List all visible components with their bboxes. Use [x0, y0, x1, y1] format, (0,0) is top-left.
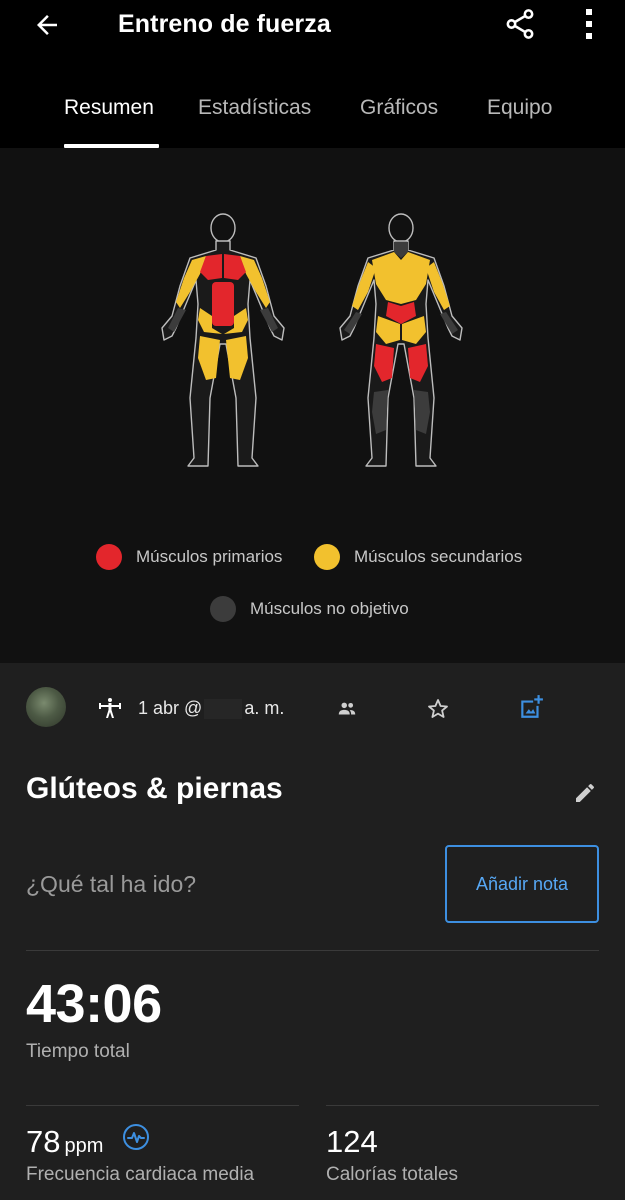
secondary-muscle-dot [314, 544, 340, 570]
avg-heart-rate: 78 ppm [26, 1124, 103, 1160]
redacted-time [204, 699, 243, 720]
legend-secondary-label: Músculos secundarios [354, 547, 523, 566]
more-vert-icon [586, 9, 592, 39]
add-photo-icon[interactable] [518, 694, 544, 720]
star-outline-icon[interactable] [426, 697, 450, 721]
legend-non-target-label: Músculos no objetivo [250, 599, 409, 618]
tab-graficos[interactable]: Gráficos [360, 96, 438, 120]
total-time-value: 43:06 [26, 974, 162, 1034]
legend-primary-label: Músculos primarios [136, 547, 283, 566]
primary-muscle-dot [96, 544, 122, 570]
share-icon [506, 9, 534, 39]
heart-rate-info-icon[interactable] [122, 1123, 150, 1151]
tab-bar: Resumen Estadísticas Gráficos Equipo [0, 92, 625, 148]
screen-title: Entreno de fuerza [118, 10, 331, 38]
activity-meta-row: 1 abr @ a. m. [0, 663, 625, 755]
avg-heart-rate-value: 78 [26, 1124, 61, 1159]
tab-resumen[interactable]: Resumen [64, 96, 154, 120]
non-target-muscle-dot [210, 596, 236, 622]
add-note-button[interactable]: Añadir nota [445, 845, 599, 923]
date-suffix: a. m. [244, 698, 285, 718]
arrow-left-icon [37, 15, 57, 35]
legend-secondary: Músculos secundarios [314, 544, 522, 570]
stat-divider-left [26, 1105, 299, 1106]
activity-date: 1 abr @ a. m. [138, 698, 285, 720]
tab-equipo[interactable]: Equipo [487, 96, 552, 120]
note-prompt: ¿Qué tal ha ido? [26, 871, 197, 897]
front-body-figure [161, 213, 285, 467]
workout-title: Glúteos & piernas [26, 772, 283, 805]
date-prefix: 1 abr @ [138, 698, 203, 718]
people-icon[interactable] [336, 698, 358, 720]
avg-heart-rate-unit: ppm [64, 1135, 104, 1157]
total-calories-label: Calorías totales [326, 1164, 459, 1185]
back-body-figure [339, 213, 463, 467]
muscle-map-panel: Músculos primarios Músculos secundarios … [0, 148, 625, 663]
stat-divider-right [326, 1105, 599, 1106]
strength-training-icon [99, 698, 121, 718]
edit-title-button[interactable] [568, 776, 602, 810]
avatar[interactable] [26, 687, 66, 727]
avg-heart-rate-label: Frecuencia cardiaca media [26, 1164, 255, 1185]
tab-estadisticas[interactable]: Estadísticas [198, 96, 311, 120]
section-divider [26, 950, 599, 951]
legend-non-target: Músculos no objetivo [210, 596, 409, 622]
muscle-body-diagram [161, 213, 463, 467]
total-time-label: Tiempo total [26, 1041, 130, 1062]
share-button[interactable] [500, 4, 540, 44]
more-options-button[interactable] [572, 4, 606, 44]
total-calories-value: 124 [326, 1124, 378, 1159]
legend-primary: Músculos primarios [96, 544, 282, 570]
pencil-icon [576, 783, 595, 802]
back-button[interactable] [28, 6, 66, 44]
top-app-bar: Entreno de fuerza Resumen Estadísticas G… [0, 0, 625, 148]
